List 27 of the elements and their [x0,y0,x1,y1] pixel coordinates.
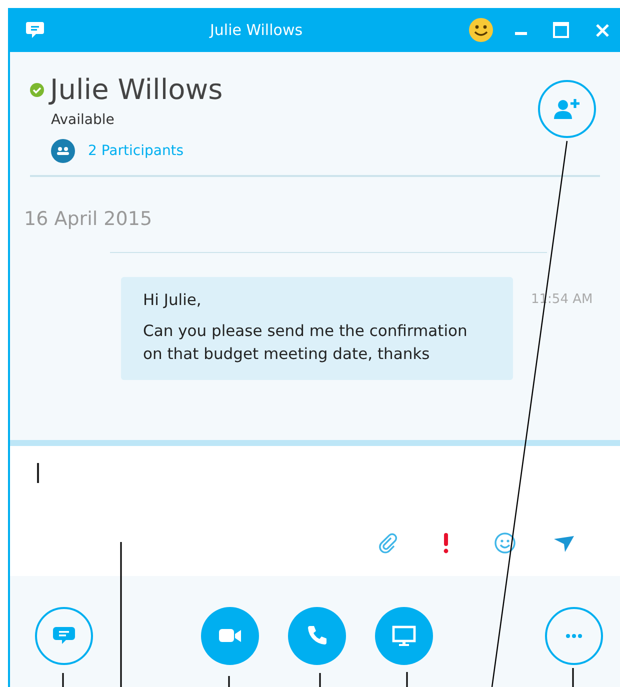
more-options-button[interactable] [545,607,603,665]
contact-status: Available [51,111,116,130]
close-icon[interactable] [595,22,610,38]
window-title: Julie Willows [210,20,303,41]
participants-icon [51,139,75,163]
message-text: Can you please send me the confirmation on that budget meeting date, thanks [143,320,468,364]
add-participant-button[interactable] [538,80,596,138]
emoticon-icon[interactable] [494,532,516,554]
maximize-icon[interactable] [553,22,569,38]
contact-name: Julie Willows [50,72,223,108]
leader-line [228,676,230,687]
message-text: Hi Julie, [143,290,202,310]
chat-bubble-icon [25,20,45,40]
add-person-icon [553,97,581,121]
leader-line [406,672,408,687]
chat-button[interactable] [35,607,93,665]
smiley-icon[interactable] [468,17,494,43]
monitor-icon [392,624,416,648]
ellipsis-icon [566,634,582,638]
leader-line [572,668,574,687]
available-status-icon [30,83,44,97]
participants-link[interactable]: 2 Participants [88,140,184,162]
text-cursor [37,463,39,483]
conversation-date: 16 April 2015 [24,207,154,232]
leader-line [319,673,321,687]
paperclip-icon[interactable] [376,532,398,554]
leader-line [62,673,64,687]
